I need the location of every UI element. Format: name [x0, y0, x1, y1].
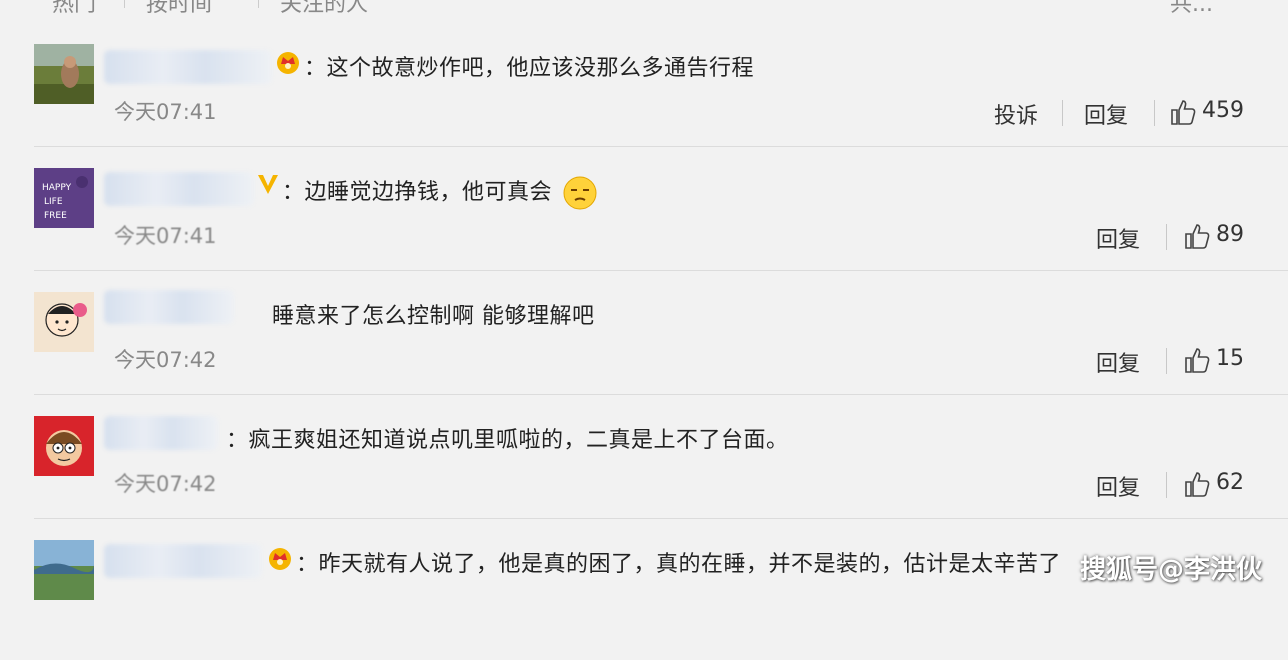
report-button[interactable]: 投诉	[994, 98, 1038, 130]
comment-time: 今天07:42	[114, 472, 217, 496]
reply-button[interactable]: 回复	[1084, 98, 1128, 130]
username-blurred[interactable]	[104, 544, 262, 578]
comment-divider	[34, 146, 1288, 147]
like-count: 459	[1202, 98, 1244, 123]
like-count: 15	[1216, 346, 1244, 371]
avatar[interactable]	[34, 292, 94, 352]
comment-divider	[34, 518, 1288, 519]
comment-text-body: ：边睡觉边挣钱，他可真会	[282, 180, 553, 205]
comment-divider	[34, 394, 1288, 395]
reply-button[interactable]: 回复	[1096, 346, 1140, 378]
action-divider	[1062, 100, 1063, 126]
username-blurred[interactable]	[104, 290, 234, 324]
tab-following[interactable]: 关注的人	[280, 0, 368, 14]
like-button[interactable]: 15	[1184, 346, 1254, 376]
action-divider	[1166, 348, 1167, 374]
username-blurred[interactable]	[104, 50, 272, 84]
comment-text: ：疯王爽姐还知道说点叽里呱啦的，二真是上不了台面。	[226, 428, 789, 453]
comment-time: 今天07:42	[114, 348, 217, 372]
svg-text:HAPPY: HAPPY	[42, 183, 72, 193]
action-divider	[1166, 224, 1167, 250]
like-button[interactable]: 62	[1184, 470, 1254, 500]
avatar[interactable]: HAPPY LIFE FREE	[34, 168, 94, 228]
comment-text: 睡意来了怎么控制啊 能够理解吧	[272, 304, 595, 329]
comment-time: 今天07:41	[114, 100, 217, 124]
action-divider	[1166, 472, 1167, 498]
comment-sort-tabs: 热门 按时间 关注的人 共...	[0, 0, 1288, 14]
reply-button[interactable]: 回复	[1096, 222, 1140, 254]
sleepy-face-emoji-icon	[563, 176, 597, 210]
thumbs-up-icon	[1185, 348, 1210, 373]
reply-button[interactable]: 回复	[1096, 470, 1140, 502]
action-divider	[1154, 100, 1155, 126]
like-count: 62	[1216, 470, 1244, 495]
svg-text:LIFE: LIFE	[44, 197, 63, 207]
crown-badge-icon	[266, 544, 294, 572]
username-blurred[interactable]	[104, 172, 254, 206]
comment-text: ：这个故意炒作吧，他应该没那么多通告行程	[304, 56, 755, 81]
avatar[interactable]	[34, 416, 94, 476]
thumbs-up-icon	[1185, 472, 1210, 497]
tab-by-time[interactable]: 按时间	[146, 0, 212, 14]
tab-hot[interactable]: 热门	[52, 0, 96, 14]
tab-divider	[124, 0, 125, 8]
username-blurred[interactable]	[104, 416, 218, 450]
comment-count: 共...	[1170, 0, 1213, 14]
comment-text: ：昨天就有人说了，他是真的困了，真的在睡，并不是装的，估计是太辛苦了	[296, 552, 1062, 577]
tab-divider	[258, 0, 259, 8]
like-count: 89	[1216, 222, 1244, 247]
comment-text: ：边睡觉边挣钱，他可真会	[282, 174, 598, 211]
comment-divider	[34, 270, 1288, 271]
watermark-text: 搜狐号@李洪伙	[1080, 555, 1263, 585]
thumbs-up-icon	[1185, 224, 1210, 249]
comment-time: 今天07:41	[114, 224, 217, 248]
crown-badge-icon	[274, 48, 302, 76]
avatar[interactable]	[34, 44, 94, 104]
thumbs-up-icon	[1171, 100, 1196, 125]
avatar[interactable]	[34, 540, 94, 600]
like-button[interactable]: 459	[1170, 98, 1250, 128]
svg-text:FREE: FREE	[44, 211, 67, 221]
like-button[interactable]: 89	[1184, 222, 1254, 252]
v-badge-icon	[254, 170, 282, 198]
